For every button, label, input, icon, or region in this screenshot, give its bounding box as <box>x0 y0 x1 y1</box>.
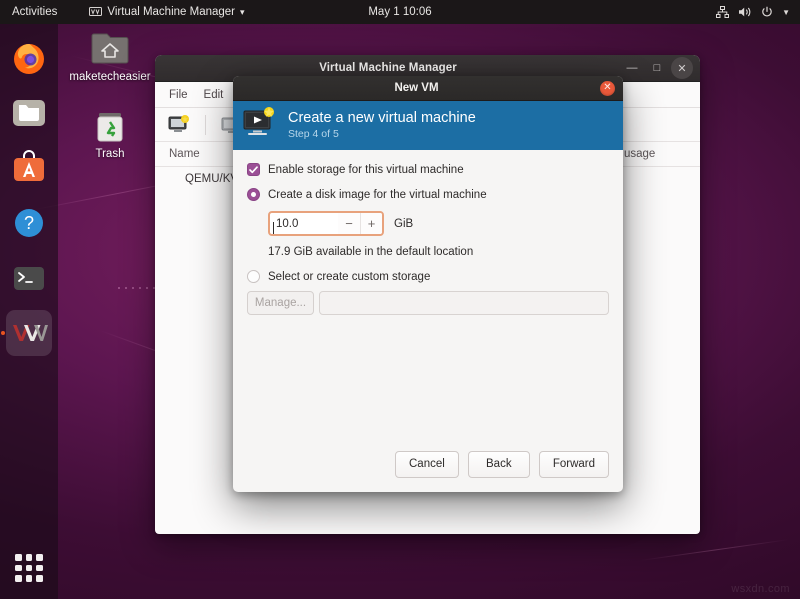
disk-size-spinner[interactable]: 10.0 − + <box>268 211 384 236</box>
apps-grid-dot <box>15 575 22 582</box>
minimize-button[interactable]: — <box>621 57 643 79</box>
new-vm-dialog[interactable]: New VM ✕ Create a new virtual machine St… <box>233 76 623 492</box>
app-menu-button[interactable]: Virtual Machine Manager ▾ <box>89 6 244 18</box>
svg-text:?: ? <box>24 213 34 233</box>
create-disk-label: Create a disk image for the virtual mach… <box>268 189 487 201</box>
banner-title: Create a new virtual machine <box>288 110 476 127</box>
volume-icon <box>738 6 752 18</box>
enable-storage-row[interactable]: Enable storage for this virtual machine <box>247 163 609 176</box>
disk-size-unit-label: GiB <box>394 218 413 230</box>
new-vm-icon[interactable] <box>167 115 191 135</box>
dialog-banner: Create a new virtual machine Step 4 of 5 <box>233 101 623 150</box>
ubuntu-software-icon <box>10 149 48 187</box>
terminal-icon <box>10 259 48 297</box>
dock-item-firefox[interactable] <box>6 35 52 81</box>
custom-storage-radio[interactable] <box>247 270 260 283</box>
close-button[interactable]: ✕ <box>671 57 693 79</box>
dialog-body: Enable storage for this virtual machine … <box>233 150 623 436</box>
toolbar-divider <box>205 115 206 135</box>
chevron-down-icon: ▾ <box>240 7 245 18</box>
vmm-window-title: Virtual Machine Manager <box>155 62 621 74</box>
dialog-footer: Cancel Back Forward <box>233 436 623 492</box>
custom-storage-row[interactable]: Select or create custom storage <box>247 270 609 283</box>
apps-grid-dot <box>26 565 33 572</box>
create-vm-icon <box>242 107 278 144</box>
desktop-icon-label: Trash <box>62 148 158 161</box>
activities-button[interactable]: Activities <box>0 6 67 18</box>
apps-grid-dot <box>26 575 33 582</box>
dock-item-files[interactable] <box>6 90 52 136</box>
apps-grid-dot <box>36 554 43 561</box>
home-folder-icon <box>88 28 132 68</box>
app-menu-label: Virtual Machine Manager <box>107 6 235 18</box>
disk-size-row[interactable]: 10.0 − + GiB <box>268 211 609 236</box>
enable-storage-label: Enable storage for this virtual machine <box>268 164 464 176</box>
files-icon <box>10 94 48 132</box>
disk-size-increment-button[interactable]: + <box>360 212 382 235</box>
forward-button[interactable]: Forward <box>539 451 609 478</box>
disk-size-decrement-button[interactable]: − <box>338 212 360 235</box>
disk-size-input[interactable]: 10.0 <box>270 218 338 230</box>
dock-item-virt-manager[interactable] <box>6 310 52 356</box>
trash-icon <box>88 105 132 145</box>
create-disk-radio[interactable] <box>247 188 260 201</box>
help-icon: ? <box>10 204 48 242</box>
apps-grid-dot <box>36 575 43 582</box>
dialog-title: New VM <box>233 82 600 94</box>
custom-storage-label: Select or create custom storage <box>268 271 430 283</box>
apps-grid-dot <box>26 554 33 561</box>
network-icon <box>716 6 729 18</box>
virt-manager-icon <box>10 319 48 347</box>
dialog-titlebar[interactable]: New VM ✕ <box>233 76 623 101</box>
desktop-icon-home-folder[interactable]: maketecheasier <box>62 28 158 84</box>
dock-item-terminal[interactable] <box>6 255 52 301</box>
storage-path-input[interactable] <box>319 291 609 315</box>
virt-manager-icon <box>89 7 102 17</box>
desktop-screen: Activities Virtual Machine Manager ▾ May… <box>0 0 800 599</box>
apps-grid-dot <box>36 565 43 572</box>
custom-storage-controls[interactable]: Manage... <box>247 291 609 315</box>
desktop-icon-trash[interactable]: Trash <box>62 105 158 161</box>
apps-grid-dot <box>15 565 22 572</box>
cancel-button[interactable]: Cancel <box>395 451 459 478</box>
menu-file[interactable]: File <box>169 89 188 101</box>
menu-edit[interactable]: Edit <box>204 89 224 101</box>
show-applications-button[interactable] <box>12 551 46 585</box>
banner-step: Step 4 of 5 <box>288 127 476 141</box>
firefox-icon <box>10 39 48 77</box>
banner-text: Create a new virtual machine Step 4 of 5 <box>288 110 476 141</box>
power-icon <box>761 6 773 18</box>
back-button[interactable]: Back <box>468 451 530 478</box>
system-indicators[interactable]: ▼ <box>716 6 800 18</box>
chevron-down-icon: ▼ <box>782 8 790 17</box>
create-disk-row[interactable]: Create a disk image for the virtual mach… <box>247 188 609 201</box>
watermark: wsxdn.com <box>731 583 790 595</box>
available-space-note: 17.9 GiB available in the default locati… <box>268 246 609 258</box>
wallpaper-streak <box>640 539 789 561</box>
dock: ? <box>0 24 58 599</box>
maximize-button[interactable]: □ <box>646 57 668 79</box>
dock-item-ubuntu-software[interactable] <box>6 145 52 191</box>
column-header-usage[interactable]: usage <box>624 148 655 160</box>
dock-item-help[interactable]: ? <box>6 200 52 246</box>
enable-storage-checkbox[interactable] <box>247 163 260 176</box>
top-bar: Activities Virtual Machine Manager ▾ May… <box>0 0 800 24</box>
manage-button[interactable]: Manage... <box>247 291 314 315</box>
close-icon[interactable]: ✕ <box>600 81 615 96</box>
apps-grid-dot <box>15 554 22 561</box>
desktop-icon-label: maketecheasier <box>62 71 158 84</box>
